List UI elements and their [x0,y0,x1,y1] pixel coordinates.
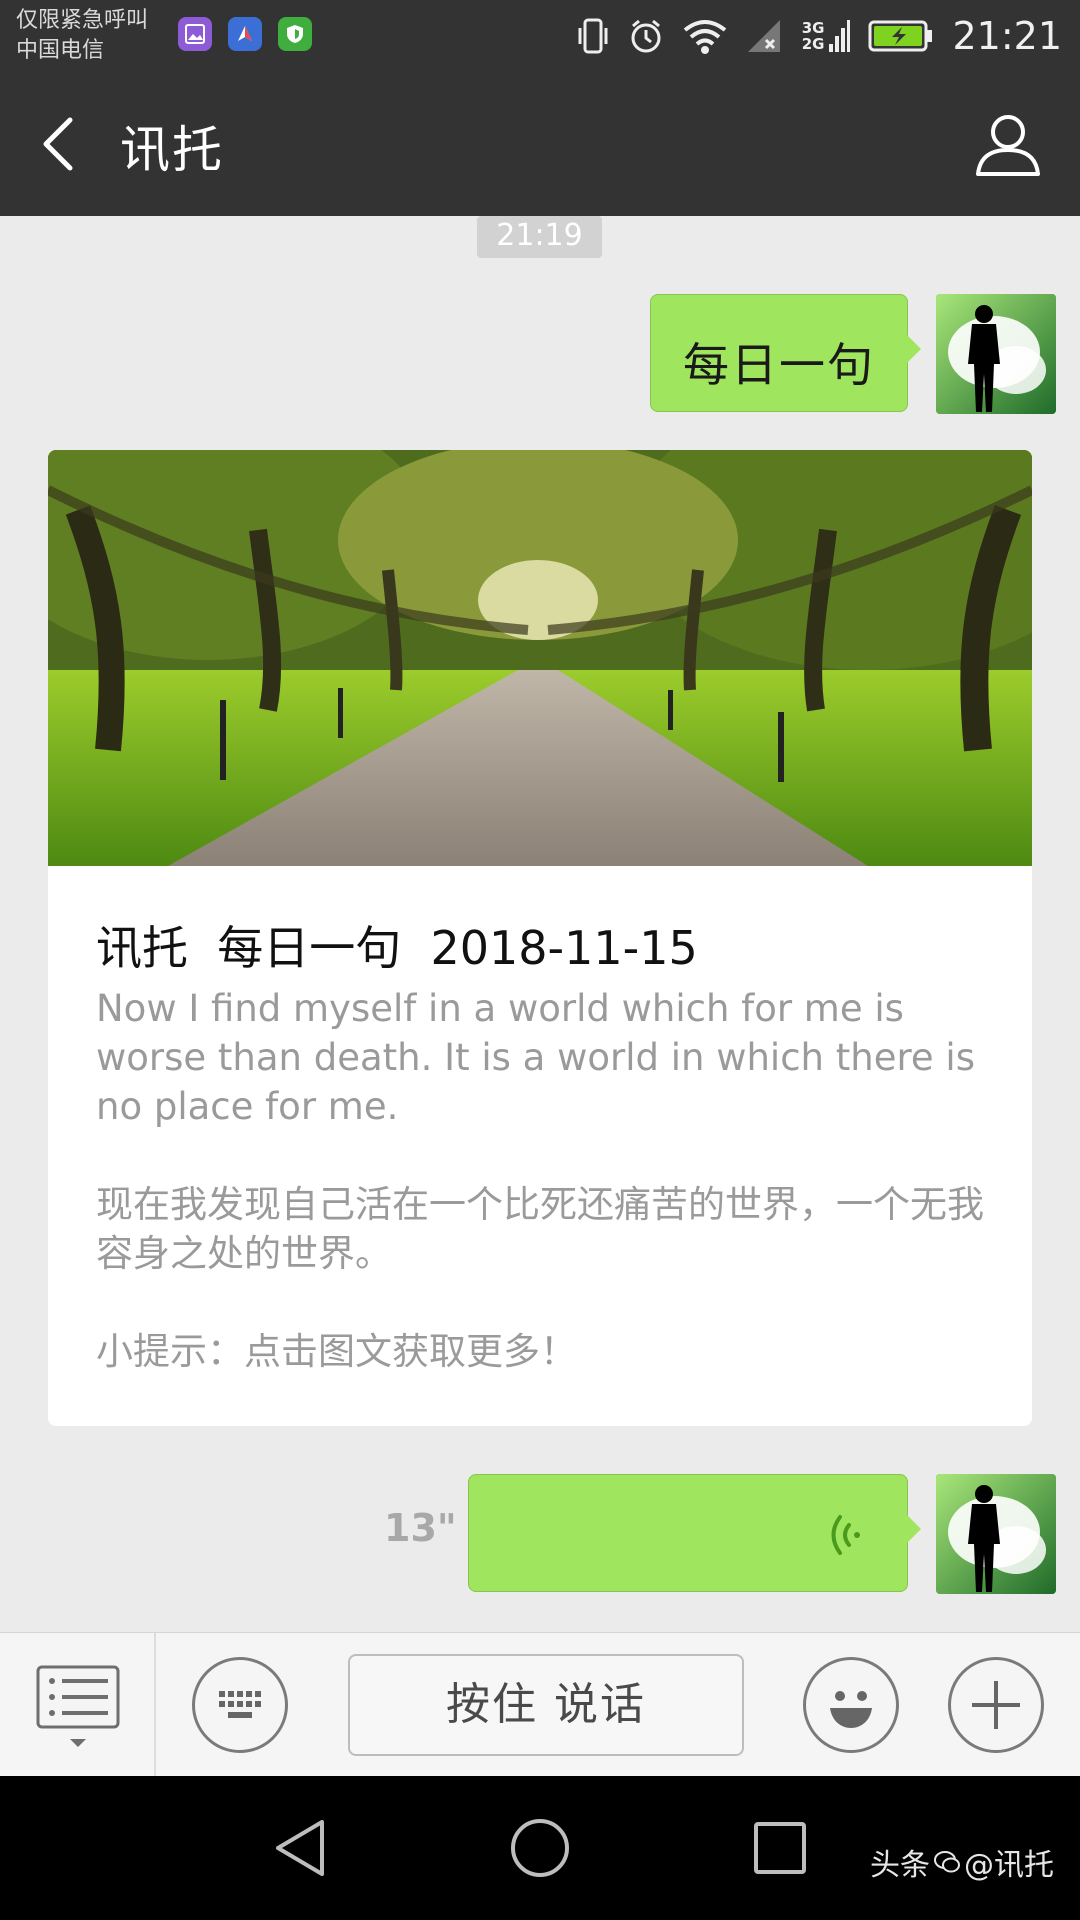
article-cover-image [48,450,1032,866]
menu-list-icon [36,1665,120,1747]
status-indicators: 3G 2G 21:21 [576,8,1062,64]
status-time: 21:21 [952,14,1062,58]
chat-messages-area[interactable]: 21:19 每日一句 讯托 每日一句 2018-11-15 Now I find… [0,216,1080,1632]
carrier-emergency-label: 仅限紧急呼叫 [16,8,149,33]
nav-home-button[interactable] [508,1816,572,1880]
chat-input-bar: 按住 说话 [0,1632,1080,1777]
article-title: 讯托 每日一句 2018-11-15 [96,921,698,975]
signal-bars-icon [829,20,851,52]
chat-header: 讯托 [0,72,1080,216]
source-watermark: 头条 @讯托 [870,1840,1054,1884]
message-timestamp: 21:19 [477,216,602,258]
plus-icon [972,1681,1020,1729]
maps-app-icon [228,17,262,51]
article-card[interactable]: 讯托 每日一句 2018-11-15 Now I find myself in … [48,450,1032,1426]
vibrate-icon [578,18,608,54]
chat-title: 讯托 [120,121,224,179]
voice-wave-icon [831,1515,860,1555]
carrier-name: 中国电信 [16,38,105,63]
user-avatar[interactable] [936,1474,1056,1594]
security-app-icon [278,17,312,51]
emoji-icon [830,1691,872,1728]
back-button[interactable] [36,112,96,176]
keyboard-icon [219,1691,261,1718]
wifi-icon [683,20,726,54]
wechat-bubble-icon [934,1851,960,1873]
emoji-button[interactable] [803,1657,899,1753]
nav-recent-button[interactable] [748,1816,812,1880]
voice-duration: 13" [384,1506,457,1550]
system-nav-bar: 头条 @讯托 [0,1776,1080,1920]
avatar-image [936,294,1056,414]
keyboard-toggle-button[interactable] [192,1657,288,1753]
article-chinese-translation: 现在我发现自己活在一个比死还痛苦的世界，一个无我容身之处的世界。 [96,1183,984,1275]
message-text: 每日一句 [683,338,875,392]
nav-recent-icon [754,1822,806,1874]
chat-info-button[interactable] [972,108,1044,180]
nav-back-icon [276,1820,324,1876]
alarm-icon [631,19,661,53]
sent-text-message[interactable]: 每日一句 [650,294,921,412]
nav-back-button[interactable] [270,1816,334,1880]
network-2g-label: 2G [801,35,825,53]
status-bar: 仅限紧急呼叫 中国电信 3G 2G 21:21 [0,0,1080,72]
article-english-quote: Now I find myself in a world which for m… [96,987,975,1128]
article-tip: 小提示：点击图文获取更多！ [96,1330,577,1373]
sent-voice-message[interactable] [468,1474,921,1592]
network-3g-label: 3G [801,19,825,37]
gallery-app-icon [178,17,212,51]
watermark-handle: @讯托 [964,1848,1054,1883]
more-actions-button[interactable] [948,1657,1044,1753]
watermark-brand: 头条 [870,1848,930,1883]
signal-no-sim-icon [747,20,780,52]
profile-icon [976,115,1040,176]
nav-home-icon [511,1819,569,1877]
service-menu-toggle[interactable] [36,1665,120,1749]
hold-to-talk-button[interactable]: 按住 说话 [348,1654,744,1756]
avatar-image [936,1474,1056,1594]
notification-icons [178,17,312,51]
input-divider [154,1633,156,1777]
back-icon [43,117,73,171]
mobile-network-indicator: 3G 2G [802,18,851,54]
battery-charging-icon [868,20,933,52]
carrier-info: 仅限紧急呼叫 中国电信 [16,6,148,66]
article-summary: Now I find myself in a world which for m… [96,984,992,1376]
user-avatar[interactable] [936,294,1056,414]
